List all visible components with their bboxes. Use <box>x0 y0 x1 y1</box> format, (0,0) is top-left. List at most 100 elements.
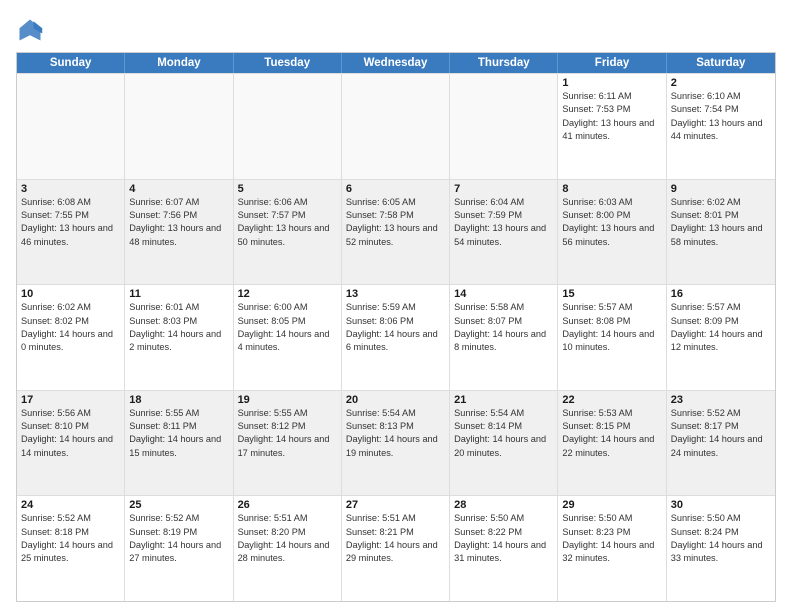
day-number: 24 <box>21 499 120 511</box>
day-cell: 18Sunrise: 5:55 AMSunset: 8:11 PMDayligh… <box>125 391 233 496</box>
day-info: Sunrise: 5:53 AMSunset: 8:15 PMDaylight:… <box>562 407 661 460</box>
day-info: Sunrise: 6:00 AMSunset: 8:05 PMDaylight:… <box>238 301 337 354</box>
day-info: Sunrise: 5:52 AMSunset: 8:17 PMDaylight:… <box>671 407 771 460</box>
day-number: 14 <box>454 288 553 300</box>
day-info: Sunrise: 5:57 AMSunset: 8:09 PMDaylight:… <box>671 301 771 354</box>
day-cell: 20Sunrise: 5:54 AMSunset: 8:13 PMDayligh… <box>342 391 450 496</box>
day-cell: 26Sunrise: 5:51 AMSunset: 8:20 PMDayligh… <box>234 496 342 601</box>
day-cell: 17Sunrise: 5:56 AMSunset: 8:10 PMDayligh… <box>17 391 125 496</box>
day-cell: 8Sunrise: 6:03 AMSunset: 8:00 PMDaylight… <box>558 180 666 285</box>
weekday-header: Thursday <box>450 53 558 73</box>
weekday-header: Saturday <box>667 53 775 73</box>
day-number: 16 <box>671 288 771 300</box>
calendar-week: 17Sunrise: 5:56 AMSunset: 8:10 PMDayligh… <box>17 390 775 496</box>
day-number: 6 <box>346 183 445 195</box>
weekday-header: Monday <box>125 53 233 73</box>
day-cell: 14Sunrise: 5:58 AMSunset: 8:07 PMDayligh… <box>450 285 558 390</box>
day-cell: 3Sunrise: 6:08 AMSunset: 7:55 PMDaylight… <box>17 180 125 285</box>
day-cell: 27Sunrise: 5:51 AMSunset: 8:21 PMDayligh… <box>342 496 450 601</box>
day-number: 2 <box>671 77 771 89</box>
calendar-week: 24Sunrise: 5:52 AMSunset: 8:18 PMDayligh… <box>17 495 775 601</box>
day-number: 13 <box>346 288 445 300</box>
day-info: Sunrise: 5:58 AMSunset: 8:07 PMDaylight:… <box>454 301 553 354</box>
day-info: Sunrise: 6:02 AMSunset: 8:02 PMDaylight:… <box>21 301 120 354</box>
day-number: 4 <box>129 183 228 195</box>
day-number: 19 <box>238 394 337 406</box>
day-info: Sunrise: 5:50 AMSunset: 8:23 PMDaylight:… <box>562 512 661 565</box>
day-cell: 25Sunrise: 5:52 AMSunset: 8:19 PMDayligh… <box>125 496 233 601</box>
day-number: 7 <box>454 183 553 195</box>
day-number: 5 <box>238 183 337 195</box>
weekday-header: Friday <box>558 53 666 73</box>
day-info: Sunrise: 5:50 AMSunset: 8:24 PMDaylight:… <box>671 512 771 565</box>
calendar-week: 1Sunrise: 6:11 AMSunset: 7:53 PMDaylight… <box>17 73 775 179</box>
day-cell: 29Sunrise: 5:50 AMSunset: 8:23 PMDayligh… <box>558 496 666 601</box>
day-number: 25 <box>129 499 228 511</box>
day-cell: 10Sunrise: 6:02 AMSunset: 8:02 PMDayligh… <box>17 285 125 390</box>
day-cell: 24Sunrise: 5:52 AMSunset: 8:18 PMDayligh… <box>17 496 125 601</box>
day-info: Sunrise: 6:05 AMSunset: 7:58 PMDaylight:… <box>346 196 445 249</box>
day-cell: 2Sunrise: 6:10 AMSunset: 7:54 PMDaylight… <box>667 74 775 179</box>
day-info: Sunrise: 5:57 AMSunset: 8:08 PMDaylight:… <box>562 301 661 354</box>
calendar: SundayMondayTuesdayWednesdayThursdayFrid… <box>16 52 776 602</box>
day-number: 11 <box>129 288 228 300</box>
day-info: Sunrise: 5:54 AMSunset: 8:13 PMDaylight:… <box>346 407 445 460</box>
weekday-header: Sunday <box>17 53 125 73</box>
day-cell: 21Sunrise: 5:54 AMSunset: 8:14 PMDayligh… <box>450 391 558 496</box>
day-cell: 6Sunrise: 6:05 AMSunset: 7:58 PMDaylight… <box>342 180 450 285</box>
logo <box>16 12 48 44</box>
day-cell: 7Sunrise: 6:04 AMSunset: 7:59 PMDaylight… <box>450 180 558 285</box>
day-info: Sunrise: 5:51 AMSunset: 8:21 PMDaylight:… <box>346 512 445 565</box>
day-cell: 22Sunrise: 5:53 AMSunset: 8:15 PMDayligh… <box>558 391 666 496</box>
calendar-body: 1Sunrise: 6:11 AMSunset: 7:53 PMDaylight… <box>17 73 775 601</box>
day-cell: 1Sunrise: 6:11 AMSunset: 7:53 PMDaylight… <box>558 74 666 179</box>
day-info: Sunrise: 5:59 AMSunset: 8:06 PMDaylight:… <box>346 301 445 354</box>
day-number: 22 <box>562 394 661 406</box>
day-cell: 4Sunrise: 6:07 AMSunset: 7:56 PMDaylight… <box>125 180 233 285</box>
day-cell: 5Sunrise: 6:06 AMSunset: 7:57 PMDaylight… <box>234 180 342 285</box>
day-number: 15 <box>562 288 661 300</box>
day-info: Sunrise: 5:55 AMSunset: 8:11 PMDaylight:… <box>129 407 228 460</box>
empty-cell <box>234 74 342 179</box>
day-info: Sunrise: 5:56 AMSunset: 8:10 PMDaylight:… <box>21 407 120 460</box>
day-info: Sunrise: 6:01 AMSunset: 8:03 PMDaylight:… <box>129 301 228 354</box>
day-number: 1 <box>562 77 661 89</box>
day-number: 28 <box>454 499 553 511</box>
day-cell: 19Sunrise: 5:55 AMSunset: 8:12 PMDayligh… <box>234 391 342 496</box>
day-info: Sunrise: 5:51 AMSunset: 8:20 PMDaylight:… <box>238 512 337 565</box>
day-info: Sunrise: 5:52 AMSunset: 8:18 PMDaylight:… <box>21 512 120 565</box>
day-info: Sunrise: 5:52 AMSunset: 8:19 PMDaylight:… <box>129 512 228 565</box>
empty-cell <box>342 74 450 179</box>
day-cell: 11Sunrise: 6:01 AMSunset: 8:03 PMDayligh… <box>125 285 233 390</box>
day-cell: 28Sunrise: 5:50 AMSunset: 8:22 PMDayligh… <box>450 496 558 601</box>
day-info: Sunrise: 6:02 AMSunset: 8:01 PMDaylight:… <box>671 196 771 249</box>
logo-icon <box>16 16 44 44</box>
day-cell: 30Sunrise: 5:50 AMSunset: 8:24 PMDayligh… <box>667 496 775 601</box>
day-info: Sunrise: 6:08 AMSunset: 7:55 PMDaylight:… <box>21 196 120 249</box>
weekday-header: Wednesday <box>342 53 450 73</box>
weekday-header: Tuesday <box>234 53 342 73</box>
calendar-header-row: SundayMondayTuesdayWednesdayThursdayFrid… <box>17 53 775 73</box>
calendar-week: 10Sunrise: 6:02 AMSunset: 8:02 PMDayligh… <box>17 284 775 390</box>
empty-cell <box>17 74 125 179</box>
day-cell: 15Sunrise: 5:57 AMSunset: 8:08 PMDayligh… <box>558 285 666 390</box>
day-info: Sunrise: 6:04 AMSunset: 7:59 PMDaylight:… <box>454 196 553 249</box>
day-info: Sunrise: 5:54 AMSunset: 8:14 PMDaylight:… <box>454 407 553 460</box>
day-number: 17 <box>21 394 120 406</box>
empty-cell <box>450 74 558 179</box>
day-info: Sunrise: 6:07 AMSunset: 7:56 PMDaylight:… <box>129 196 228 249</box>
day-number: 23 <box>671 394 771 406</box>
day-info: Sunrise: 5:55 AMSunset: 8:12 PMDaylight:… <box>238 407 337 460</box>
day-info: Sunrise: 6:10 AMSunset: 7:54 PMDaylight:… <box>671 90 771 143</box>
day-number: 20 <box>346 394 445 406</box>
day-cell: 13Sunrise: 5:59 AMSunset: 8:06 PMDayligh… <box>342 285 450 390</box>
day-number: 12 <box>238 288 337 300</box>
day-number: 3 <box>21 183 120 195</box>
day-cell: 9Sunrise: 6:02 AMSunset: 8:01 PMDaylight… <box>667 180 775 285</box>
day-number: 9 <box>671 183 771 195</box>
header <box>16 12 776 44</box>
day-info: Sunrise: 6:06 AMSunset: 7:57 PMDaylight:… <box>238 196 337 249</box>
day-number: 21 <box>454 394 553 406</box>
day-number: 18 <box>129 394 228 406</box>
empty-cell <box>125 74 233 179</box>
